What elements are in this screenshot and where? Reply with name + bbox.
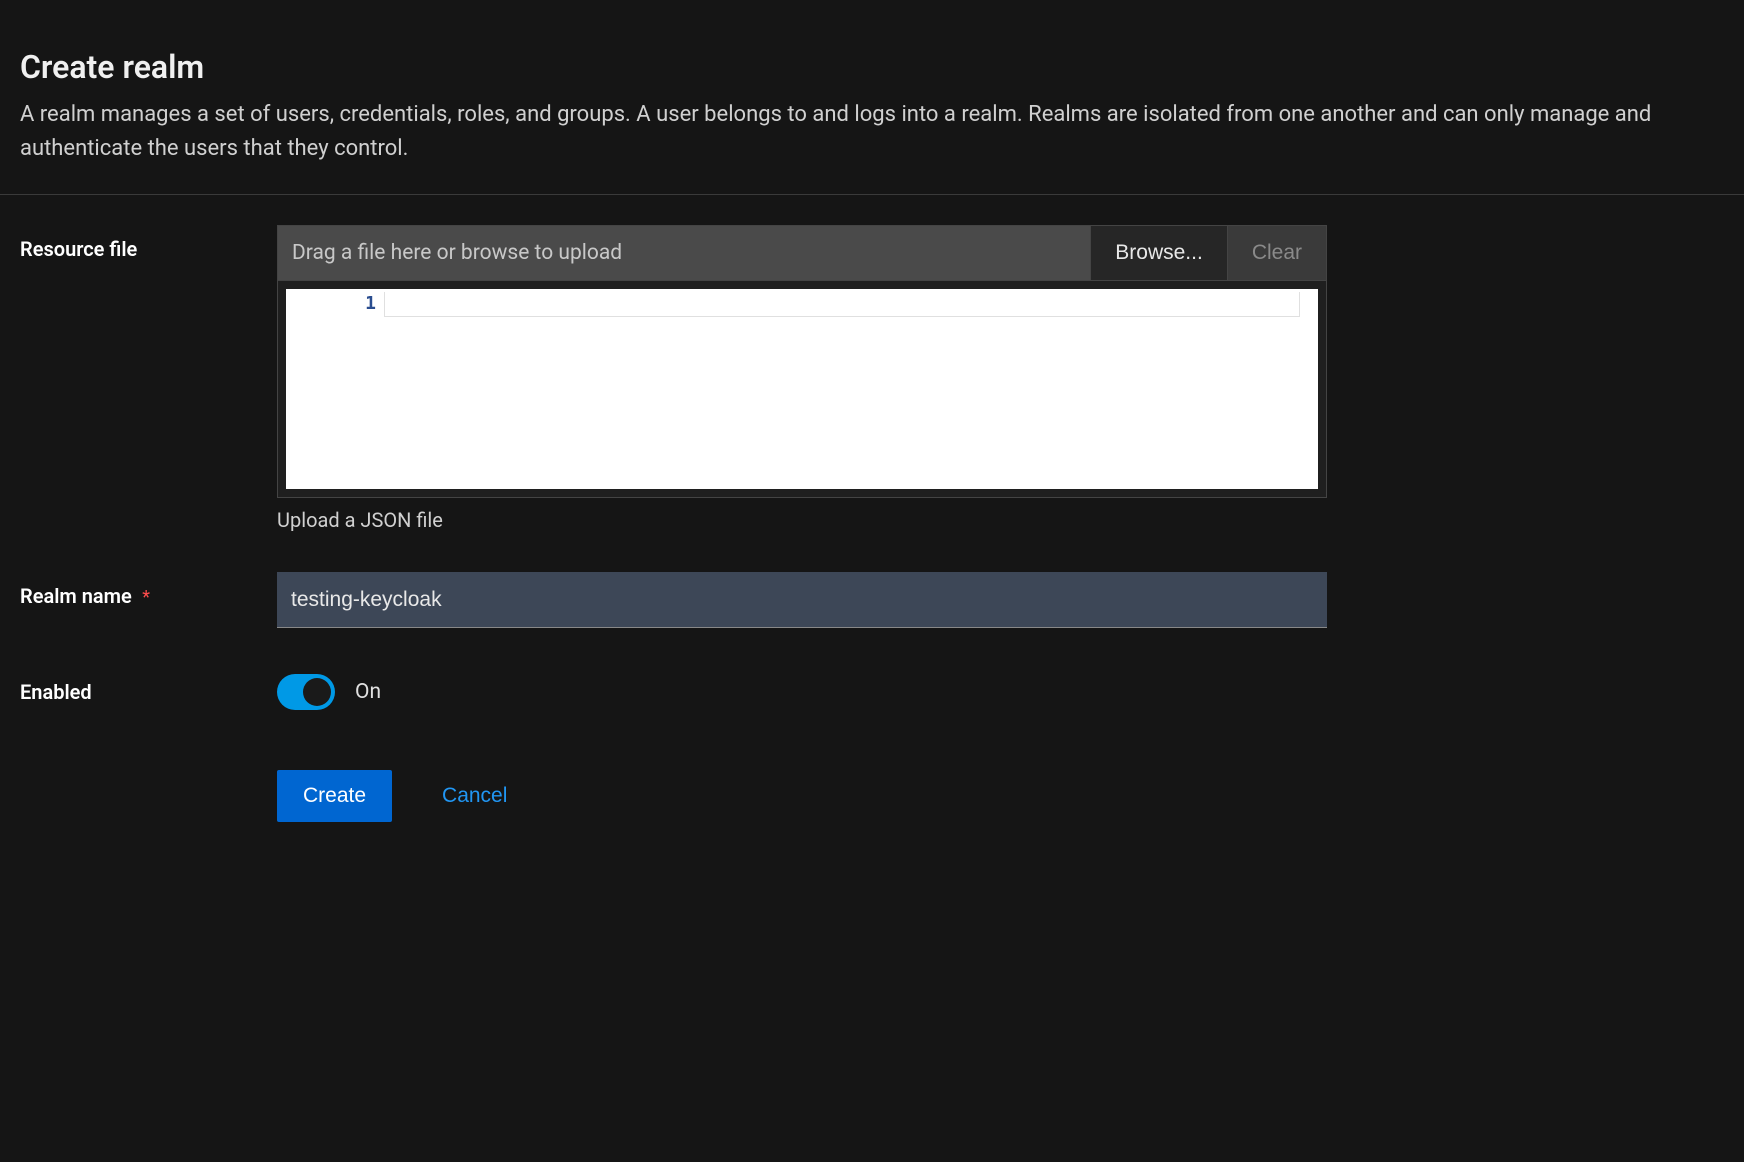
realm-name-label: Realm name <box>20 584 132 608</box>
enabled-label: Enabled <box>20 680 92 704</box>
required-indicator: * <box>142 587 150 608</box>
page-title: Create realm <box>20 48 1724 86</box>
toggle-knob <box>303 678 331 706</box>
clear-button: Clear <box>1227 226 1326 280</box>
resource-file-row: Resource file Drag a file here or browse… <box>20 225 1724 532</box>
code-editor-container: 1 <box>277 281 1327 498</box>
file-upload-bar: Drag a file here or browse to upload Bro… <box>277 225 1327 281</box>
realm-name-input[interactable] <box>277 572 1327 628</box>
code-editor[interactable]: 1 <box>286 289 1318 489</box>
realm-name-row: Realm name * <box>20 572 1724 628</box>
create-button[interactable]: Create <box>277 770 392 822</box>
line-number: 1 <box>365 293 376 314</box>
file-drop-zone[interactable]: Drag a file here or browse to upload <box>278 226 1090 280</box>
cancel-button[interactable]: Cancel <box>442 784 507 808</box>
page-header: Create realm A realm manages a set of us… <box>0 0 1744 195</box>
code-content-area[interactable] <box>384 292 1300 317</box>
resource-file-helper: Upload a JSON file <box>277 508 1327 532</box>
form-actions: Create Cancel <box>277 770 1724 822</box>
line-gutter: 1 <box>286 289 384 489</box>
resource-file-label: Resource file <box>20 237 137 261</box>
enabled-row: Enabled On <box>20 668 1724 710</box>
page-description: A realm manages a set of users, credenti… <box>20 98 1724 166</box>
enabled-state-label: On <box>355 680 381 704</box>
browse-button[interactable]: Browse... <box>1090 226 1227 280</box>
enabled-toggle[interactable] <box>277 674 335 710</box>
create-realm-form: Resource file Drag a file here or browse… <box>0 195 1744 852</box>
